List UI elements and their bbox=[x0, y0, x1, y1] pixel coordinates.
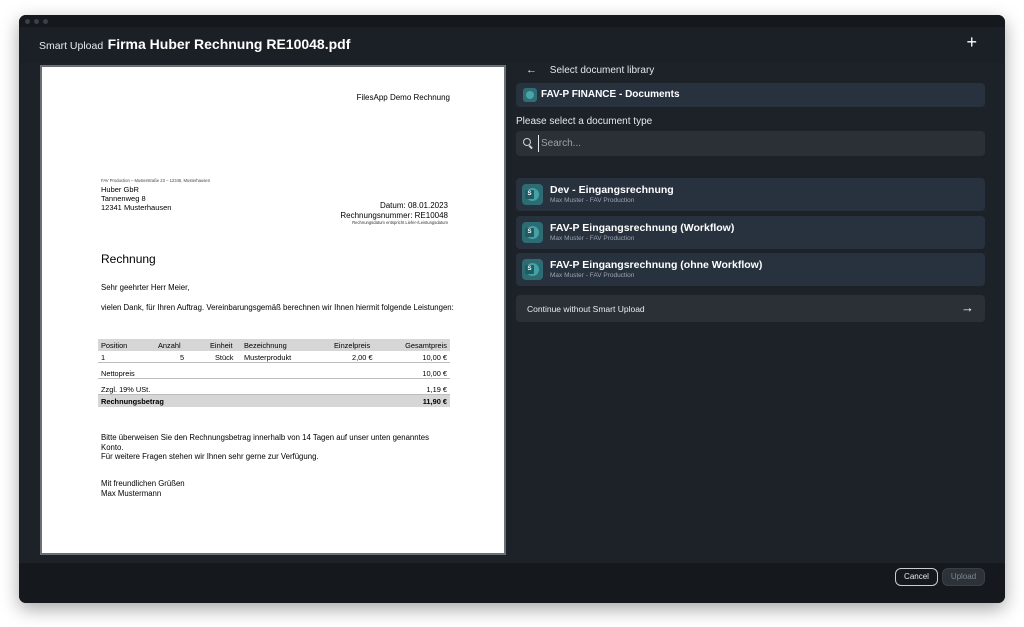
invoice-heading: Rechnung bbox=[101, 252, 156, 266]
greeting: Sehr geehrter Herr Meier, bbox=[101, 283, 190, 292]
table-header-row: Position Anzahl Einheit Bezeichnung Einz… bbox=[98, 339, 450, 351]
arrow-right-icon: → bbox=[961, 300, 974, 315]
sharepoint-icon bbox=[523, 88, 537, 102]
dialog-title: Smart Upload Firma Huber Rechnung RE1004… bbox=[39, 36, 350, 54]
net-price-label: Nettopreis bbox=[101, 368, 135, 378]
plus-icon[interactable]: + bbox=[966, 33, 977, 51]
sharepoint-icon bbox=[522, 184, 543, 205]
select-library-label[interactable]: Select document library bbox=[550, 65, 655, 76]
selected-library-card[interactable]: FAV-P FINANCE - Documents bbox=[516, 83, 985, 107]
recipient-line: 12341 Musterhausen bbox=[101, 202, 172, 212]
sharepoint-icon bbox=[522, 259, 543, 280]
column-header: Einzelpreis bbox=[334, 340, 371, 350]
tax-value: 1,19 € bbox=[426, 384, 447, 394]
net-price-value: 10,00 € bbox=[422, 368, 447, 378]
document-preview[interactable]: FilesApp Demo Rechnung FAV Production – … bbox=[40, 65, 506, 555]
tax-row: Zzgl. 19% USt. 1,19 € bbox=[98, 383, 450, 395]
invoice-table: Position Anzahl Einheit Bezeichnung Einz… bbox=[98, 339, 450, 407]
document-type-search[interactable] bbox=[516, 131, 985, 156]
recipient-address: Huber GbR Tannenweg 8 12341 Musterhausen bbox=[101, 185, 172, 212]
window-title-bar bbox=[19, 15, 1005, 27]
document-type-name: FAV-P Eingangsrechnung (ohne Workflow) bbox=[550, 259, 763, 271]
search-input[interactable] bbox=[538, 135, 978, 152]
questions-note-text: Für weitere Fragen stehen wir Ihnen sehr… bbox=[101, 452, 319, 462]
column-header: Einheit bbox=[210, 340, 233, 350]
document-page-title: FilesApp Demo Rechnung bbox=[356, 93, 450, 102]
signature-text: Max Mustermann bbox=[101, 488, 162, 498]
invoice-date-note: Rechnungsdatum entspricht Liefer-/Leistu… bbox=[352, 220, 448, 225]
window-zoom-dot[interactable] bbox=[43, 19, 48, 24]
table-cell: 2,00 € bbox=[352, 352, 373, 362]
cancel-button[interactable]: Cancel bbox=[895, 568, 938, 586]
closing-block: Mit freundlichen Grüßen Max Mustermann bbox=[101, 479, 185, 498]
table-cell: Stück bbox=[215, 352, 234, 362]
dialog-title-filename: Firma Huber Rechnung RE10048.pdf bbox=[107, 36, 351, 52]
document-type-name: Dev - Eingangsrechnung bbox=[550, 184, 674, 196]
table-cell: 5 bbox=[180, 352, 185, 362]
document-type-owner: Max Muster - FAV Production bbox=[550, 272, 635, 279]
window-minimize-dot[interactable] bbox=[34, 19, 39, 24]
payment-note-text: Bitte überweisen Sie den Rechnungsbetrag… bbox=[101, 433, 429, 452]
total-row: Rechnungsbetrag 11,90 € bbox=[98, 395, 450, 407]
document-type-item[interactable]: FAV-P Eingangsrechnung (ohne Workflow) M… bbox=[516, 253, 985, 286]
select-type-label: Please select a document type bbox=[516, 116, 653, 127]
dialog-footer: Cancel Upload bbox=[19, 563, 1005, 603]
column-header: Position bbox=[101, 340, 128, 350]
table-cell: 1 bbox=[101, 352, 106, 362]
total-value: 11,90 € bbox=[422, 396, 447, 406]
table-cell: Musterprodukt bbox=[244, 352, 292, 362]
library-name: FAV-P FINANCE - Documents bbox=[541, 89, 680, 100]
document-page: FilesApp Demo Rechnung FAV Production – … bbox=[42, 67, 504, 553]
payment-note: Bitte überweisen Sie den Rechnungsbetrag… bbox=[101, 433, 451, 462]
document-type-name: FAV-P Eingangsrechnung (Workflow) bbox=[550, 222, 735, 234]
total-label: Rechnungsbetrag bbox=[101, 396, 164, 406]
arrow-left-icon[interactable]: ← bbox=[526, 64, 537, 76]
intro-text: vielen Dank, für Ihren Auftrag. Vereinba… bbox=[101, 303, 454, 312]
select-library-back-link[interactable]: ← Select document library bbox=[526, 64, 654, 76]
document-type-owner: Max Muster - FAV Production bbox=[550, 235, 635, 242]
continue-label: Continue without Smart Upload bbox=[527, 304, 645, 314]
table-cell: 10,00 € bbox=[422, 352, 447, 362]
column-header: Anzahl bbox=[158, 340, 181, 350]
dialog-header: Smart Upload Firma Huber Rechnung RE1004… bbox=[19, 27, 1005, 63]
column-header: Gesamtpreis bbox=[405, 340, 447, 350]
search-icon bbox=[523, 138, 531, 146]
sender-line: FAV Production – Musterstraße 23 – 12345… bbox=[101, 178, 211, 183]
document-type-item[interactable]: Dev - Eingangsrechnung Max Muster - FAV … bbox=[516, 178, 985, 211]
invoice-date: Datum: 08.01.2023 bbox=[379, 201, 448, 210]
closing-text: Mit freundlichen Grüßen bbox=[101, 479, 185, 488]
continue-without-smart-upload-button[interactable]: Continue without Smart Upload → bbox=[516, 295, 985, 322]
document-type-owner: Max Muster - FAV Production bbox=[550, 197, 635, 204]
tax-label: Zzgl. 19% USt. bbox=[101, 384, 151, 394]
upload-button[interactable]: Upload bbox=[942, 568, 985, 586]
smart-upload-window: Smart Upload Firma Huber Rechnung RE1004… bbox=[19, 15, 1005, 603]
document-type-item[interactable]: FAV-P Eingangsrechnung (Workflow) Max Mu… bbox=[516, 216, 985, 249]
column-header: Bezeichnung bbox=[244, 340, 287, 350]
dialog-title-prefix: Smart Upload bbox=[39, 40, 104, 52]
table-row: 1 5 Stück Musterprodukt 2,00 € 10,00 € bbox=[98, 351, 450, 363]
invoice-meta: Datum: 08.01.2023 Rechnungsnummer: RE100… bbox=[340, 201, 448, 221]
net-price-row: Nettopreis 10,00 € bbox=[98, 367, 450, 379]
window-close-dot[interactable] bbox=[25, 19, 30, 24]
sharepoint-icon bbox=[522, 222, 543, 243]
